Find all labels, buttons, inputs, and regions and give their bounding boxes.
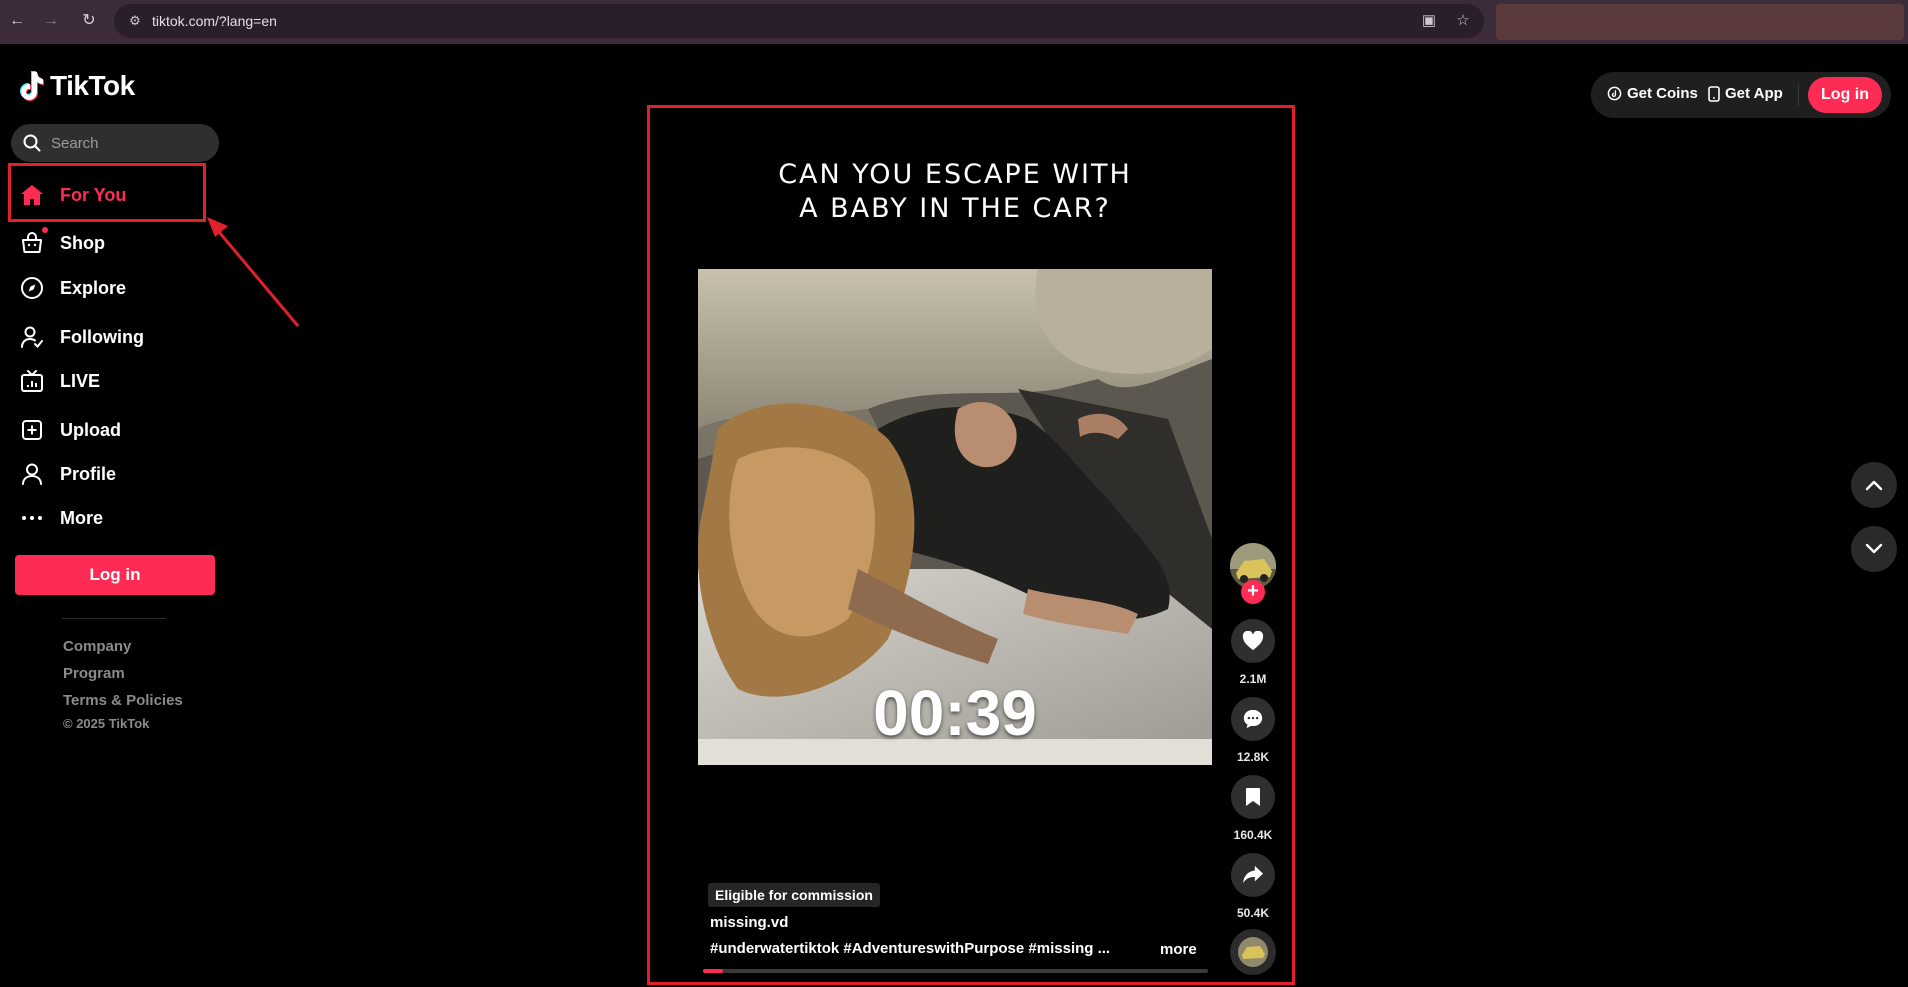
chevron-down-icon [1865,543,1883,554]
share-arrow-icon [1243,865,1263,884]
following-icon [17,322,47,352]
sidebar-item-label: Upload [60,419,121,440]
chevron-up-icon [1865,480,1883,491]
share-button[interactable] [1231,853,1275,897]
commission-badge: Eligible for commission [708,883,880,907]
sidebar-item-label: LIVE [60,370,101,391]
live-tv-icon [17,366,47,396]
follow-plus-icon[interactable]: + [1241,580,1265,604]
caption-more-button[interactable]: more [1160,941,1197,958]
music-disc[interactable] [1230,929,1276,975]
next-video-button[interactable] [1851,526,1897,572]
footer-link-program[interactable]: Program [63,665,125,682]
video-timer-overlay: 00:39 [873,677,1037,749]
search-placeholder: Search [51,135,99,152]
site-settings-icon[interactable]: ⚙ [126,12,144,30]
video-headline: CAN YOU ESCAPE WITH A BABY IN THE CAR? [700,158,1210,226]
sidebar-divider [62,618,166,619]
phone-icon [1708,85,1720,102]
sidebar-item-profile[interactable]: Profile [8,454,204,494]
footer-link-terms[interactable]: Terms & Policies [63,692,183,709]
address-bar[interactable]: ⚙ tiktok.com/?lang=en ▣ ☆ [114,4,1484,38]
install-app-icon[interactable]: ▣ [1420,12,1438,30]
sidebar-item-upload[interactable]: Upload [8,410,204,450]
get-coins-button[interactable]: Get Coins [1607,85,1698,102]
share-count: 50.4K [1236,906,1270,920]
comment-count: 12.8K [1236,750,1270,764]
tiktok-logo[interactable]: TikTok [18,68,135,104]
tiktok-note-icon [20,71,44,101]
highlight-box [8,163,206,222]
header-login-button[interactable]: Log in [1808,77,1882,113]
bookmark-icon [1246,788,1260,806]
like-count: 2.1M [1239,672,1267,686]
headline-line-2: A BABY IN THE CAR? [799,193,1111,224]
save-count: 160.4K [1233,828,1273,842]
coin-icon [1607,86,1622,101]
browser-profile-area [1496,4,1904,40]
url-text: tiktok.com/?lang=en [152,13,277,29]
sidebar-item-label: Profile [60,463,117,484]
sidebar-item-label: More [60,507,104,528]
header-separator [1798,84,1799,106]
forward-icon[interactable]: → [40,10,62,32]
header-actions: Get Coins Get App Log in [1591,72,1891,118]
sidebar-item-label: Shop [60,232,105,253]
heart-icon [1242,631,1264,651]
annotation-arrow-icon [207,217,300,327]
notification-dot [42,227,48,233]
get-coins-label: Get Coins [1627,85,1698,102]
more-dots-icon [17,503,47,533]
compass-icon [17,273,47,303]
music-disc-image [1230,929,1276,975]
logo-text: TikTok [50,70,135,101]
comment-icon [1243,709,1263,729]
video-author[interactable]: missing.vd [710,914,788,931]
footer-link-company[interactable]: Company [63,638,131,655]
reload-icon[interactable]: ↻ [78,10,100,32]
comment-button[interactable] [1231,697,1275,741]
sidebar-item-following[interactable]: Following [8,317,204,357]
sidebar-item-label: Explore [60,277,127,298]
headline-line-1: CAN YOU ESCAPE WITH [778,159,1132,190]
get-app-button[interactable]: Get App [1708,85,1783,102]
video-caption[interactable]: #underwatertiktok #AdventureswithPurpose… [710,940,1110,957]
search-input[interactable]: Search [11,124,219,162]
get-app-label: Get App [1725,85,1783,102]
sidebar-item-more[interactable]: More [8,498,204,538]
person-icon [17,459,47,489]
video-progress-fill [703,969,724,973]
sidebar-item-live[interactable]: LIVE [8,361,204,401]
bookmark-star-icon[interactable]: ☆ [1454,12,1472,30]
browser-toolbar: ← → ↻ ⚙ tiktok.com/?lang=en ▣ ☆ [0,0,1908,44]
save-button[interactable] [1231,775,1275,819]
sidebar-item-explore[interactable]: Explore [8,268,204,308]
like-button[interactable] [1231,619,1275,663]
sidebar-item-label: Following [60,326,144,347]
previous-video-button[interactable] [1851,462,1897,508]
video-progress-bar[interactable] [703,969,1208,973]
sidebar-item-shop[interactable]: Shop [8,223,204,263]
back-icon[interactable]: ← [6,10,28,32]
copyright-text: © 2025 TikTok [63,716,150,731]
sidebar-login-button[interactable]: Log in [15,555,215,595]
search-icon [23,134,41,152]
upload-plus-icon [17,415,47,445]
